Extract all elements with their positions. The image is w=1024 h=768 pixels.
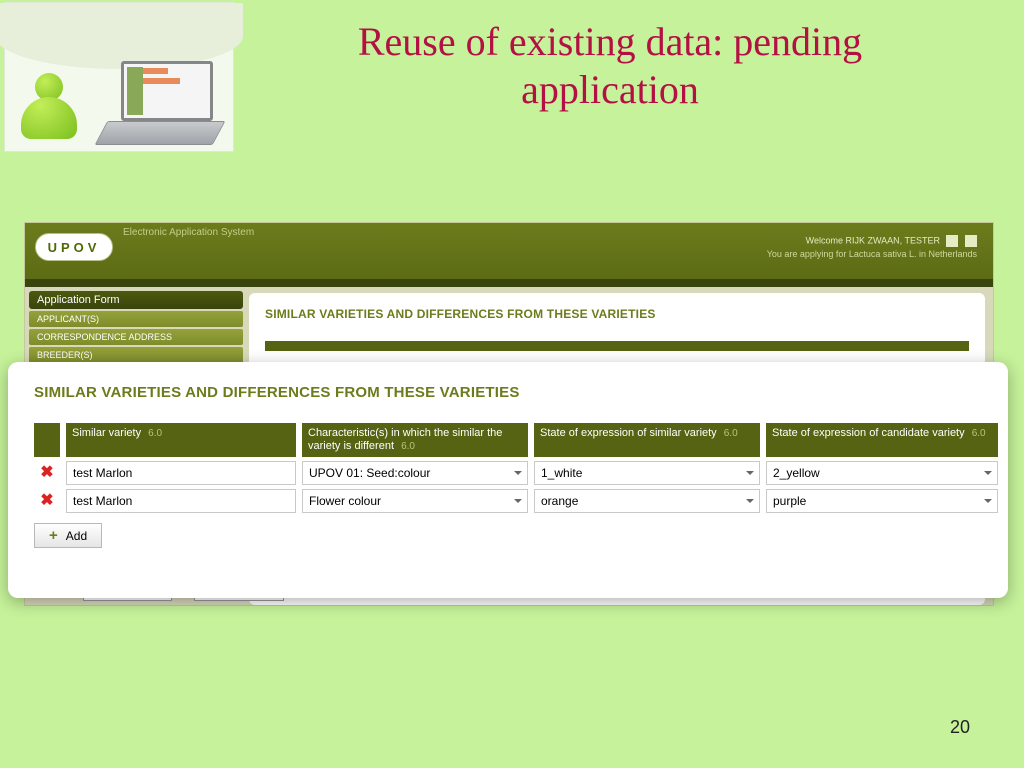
characteristic-combo[interactable]: Flower colour bbox=[302, 489, 528, 513]
table-header-strip bbox=[265, 341, 969, 351]
app-topbar: Electronic Application System UPOV Welco… bbox=[25, 223, 993, 279]
col-head-characteristic: Characteristic(s) in which the similar t… bbox=[302, 423, 528, 457]
page-number: 20 bbox=[950, 717, 970, 738]
welcome-text: Welcome RIJK ZWAAN, TESTER bbox=[767, 235, 977, 247]
similar-state-combo[interactable]: 1_white bbox=[534, 461, 760, 485]
zoom-panel: SIMILAR VARIETIES AND DIFFERENCES FROM T… bbox=[8, 362, 1008, 598]
sidebar-title: Application Form bbox=[29, 291, 243, 309]
col-head-spacer bbox=[34, 423, 60, 457]
variety-input[interactable] bbox=[66, 461, 296, 485]
section-heading: SIMILAR VARIETIES AND DIFFERENCES FROM T… bbox=[34, 384, 982, 401]
add-button-label: Add bbox=[66, 529, 87, 543]
add-button[interactable]: + Add bbox=[34, 523, 102, 548]
similar-state-combo[interactable]: orange bbox=[534, 489, 760, 513]
characteristic-combo[interactable]: UPOV 01: Seed:colour bbox=[302, 461, 528, 485]
app-logo: UPOV bbox=[35, 233, 113, 261]
sidebar-item-breeders[interactable]: BREEDER(S) bbox=[29, 347, 243, 363]
app-menu-strip bbox=[25, 279, 993, 287]
home-icon[interactable] bbox=[965, 235, 977, 247]
sidebar-item-correspondence[interactable]: CORRESPONDENCE ADDRESS bbox=[29, 329, 243, 345]
system-label: Electronic Application System bbox=[123, 227, 254, 238]
breeder-card-body bbox=[5, 27, 233, 153]
context-text: You are applying for Lactuca sativa L. i… bbox=[767, 249, 977, 259]
candidate-state-combo[interactable]: purple bbox=[766, 489, 998, 513]
breeder-card: Breeder 1 bbox=[4, 2, 234, 152]
delete-row-icon[interactable]: ✖ bbox=[34, 461, 60, 485]
col-head-similar-state: State of expression of similar variety 6… bbox=[534, 423, 760, 457]
plus-icon: + bbox=[49, 527, 58, 544]
variety-grid: Similar variety 6.0 Characteristic(s) in… bbox=[34, 423, 982, 548]
col-head-candidate-state: State of expression of candidate variety… bbox=[766, 423, 998, 457]
laptop-icon bbox=[101, 61, 221, 145]
col-head-variety: Similar variety 6.0 bbox=[66, 423, 296, 457]
section-heading-bg: SIMILAR VARIETIES AND DIFFERENCES FROM T… bbox=[265, 307, 969, 321]
person-icon bbox=[21, 73, 77, 143]
slide-title: Reuse of existing data: pending applicat… bbox=[310, 18, 910, 114]
delete-row-icon[interactable]: ✖ bbox=[34, 489, 60, 513]
variety-input[interactable] bbox=[66, 489, 296, 513]
sidebar-item-applicants[interactable]: APPLICANT(S) bbox=[29, 311, 243, 327]
candidate-state-combo[interactable]: 2_yellow bbox=[766, 461, 998, 485]
logout-icon[interactable] bbox=[946, 235, 958, 247]
